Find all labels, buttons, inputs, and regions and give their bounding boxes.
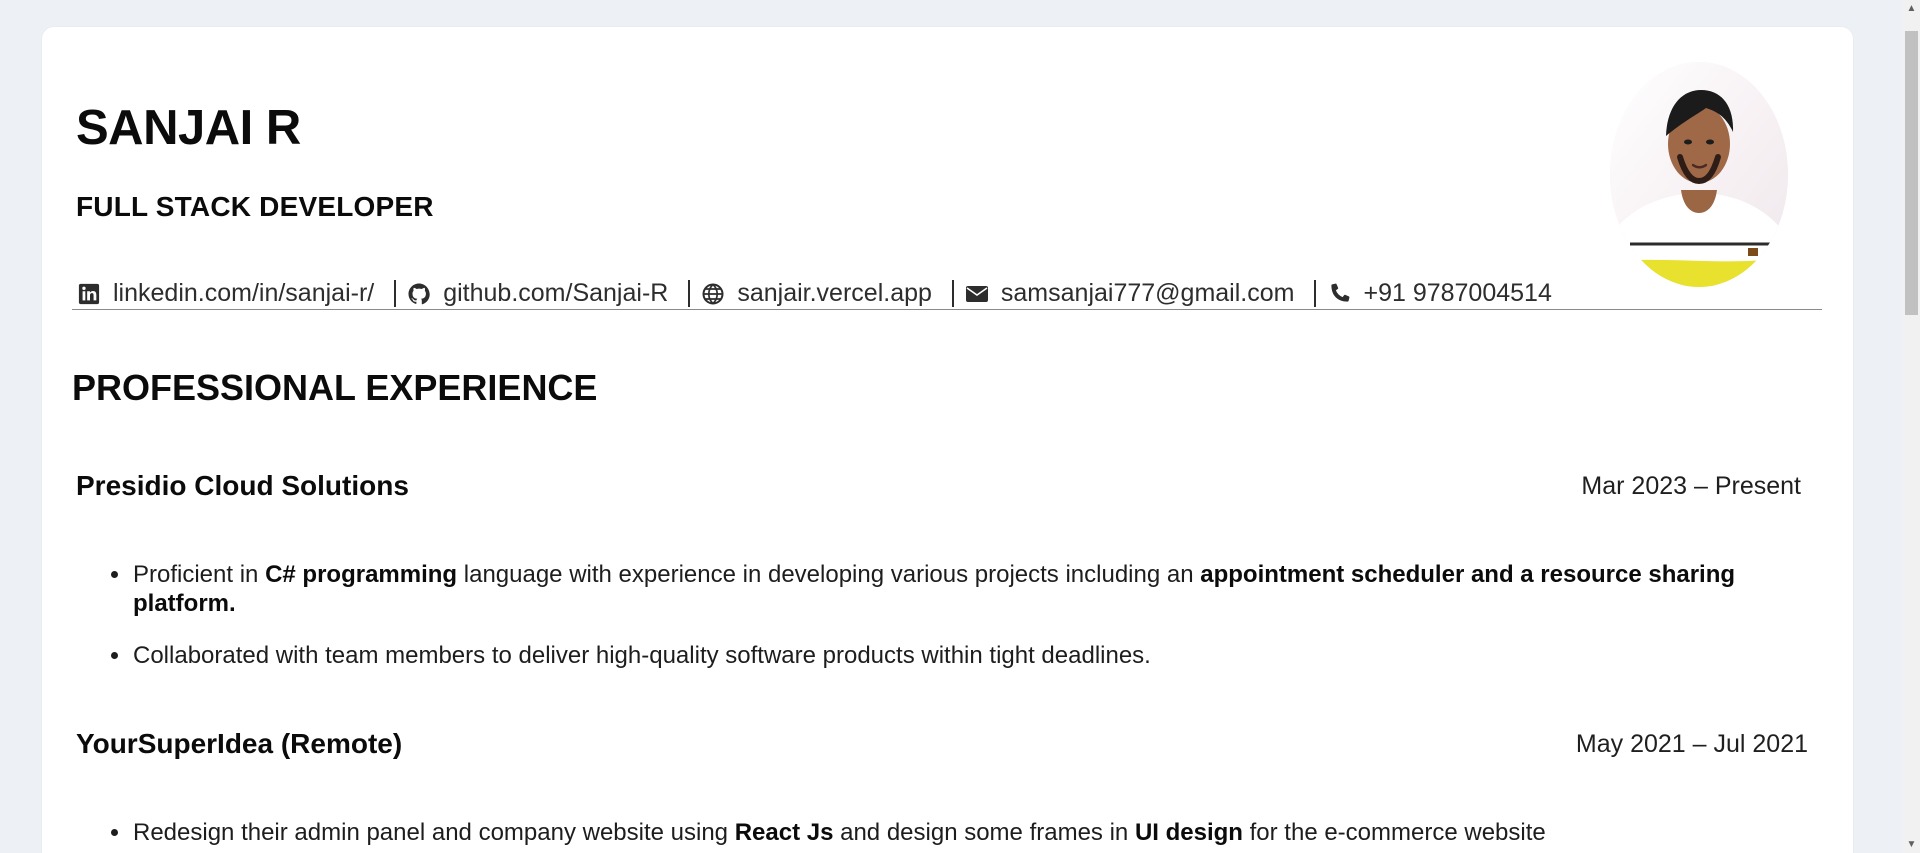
linkedin-icon — [76, 281, 102, 307]
header-divider — [72, 309, 1822, 310]
job-header: YourSuperIdea (Remote) May 2021 – Jul 20… — [76, 730, 1808, 758]
list-item: Collaborated with team members to delive… — [132, 641, 1808, 670]
company-name: Presidio Cloud Solutions — [76, 470, 409, 501]
website-text: sanjair.vercel.app — [737, 279, 932, 307]
bullet-strong-text: C# programming — [265, 561, 458, 588]
list-item: Redesign their admin panel and company w… — [132, 818, 1808, 847]
bullet-strong-text: UI design — [1134, 819, 1243, 846]
job-bullets: Proficient in C# programming language wi… — [76, 560, 1808, 670]
phone-icon — [1326, 281, 1352, 307]
job-bullets: Redesign their admin panel and company w… — [76, 818, 1808, 847]
email-text: samsanjai777@gmail.com — [1000, 279, 1295, 307]
bullet-text: Redesign their admin panel and company w… — [133, 819, 735, 846]
resume-card: SANJAI R FULL STACK DEVELOPER linkedin.c… — [42, 27, 1853, 853]
globe-icon — [700, 281, 726, 307]
envelope-icon — [964, 281, 990, 307]
bullet-text: for the e-commerce website — [1242, 819, 1546, 846]
company-name: YourSuperIdea (Remote) — [76, 728, 403, 759]
job-dates: May 2021 – Jul 2021 — [1575, 729, 1808, 758]
job-header: Presidio Cloud Solutions Mar 2023 – Pres… — [76, 472, 1808, 500]
job-entry-yoursuperidea: YourSuperIdea (Remote) May 2021 – Jul 20… — [76, 730, 1808, 853]
scrollbar-thumb[interactable] — [1905, 31, 1918, 315]
bullet-text: language with experience in developing v… — [457, 561, 1201, 588]
job-dates: Mar 2023 – Present — [1581, 471, 1801, 500]
bullet-text: Proficient in — [133, 561, 266, 588]
linkedin-link[interactable]: linkedin.com/in/sanjai-r/ — [76, 281, 374, 307]
contact-separator — [1314, 280, 1317, 307]
github-icon — [406, 281, 432, 307]
resume-header: SANJAI R FULL STACK DEVELOPER linkedin.c… — [76, 27, 1821, 309]
contact-row: linkedin.com/in/sanjai-r/ github.com/San… — [76, 280, 1572, 307]
scroll-down-arrow-icon[interactable]: ▼ — [1903, 836, 1920, 853]
vertical-scrollbar[interactable]: ▲ ▼ — [1903, 0, 1920, 853]
email-link[interactable]: samsanjai777@gmail.com — [964, 279, 1295, 307]
contact-separator — [394, 280, 397, 307]
resume-viewport: SANJAI R FULL STACK DEVELOPER linkedin.c… — [0, 0, 1920, 853]
candidate-role: FULL STACK DEVELOPER — [76, 191, 434, 222]
list-item: Proficient in C# programming language wi… — [132, 560, 1808, 618]
scroll-up-arrow-icon[interactable]: ▲ — [1903, 0, 1920, 17]
linkedin-text: linkedin.com/in/sanjai-r/ — [113, 279, 375, 307]
section-title-professional-experience: PROFESSIONAL EXPERIENCE — [72, 367, 598, 408]
github-text: github.com/Sanjai-R — [443, 279, 669, 307]
phone-link[interactable]: +91 9787004514 — [1326, 279, 1552, 307]
github-link[interactable]: github.com/Sanjai-R — [406, 281, 668, 307]
bullet-text: Collaborated with team members to delive… — [133, 642, 1151, 669]
website-link[interactable]: sanjair.vercel.app — [700, 281, 932, 307]
contact-separator — [951, 280, 954, 307]
contact-separator — [688, 280, 691, 307]
bullet-strong-text: React Js — [734, 819, 834, 846]
candidate-name: SANJAI R — [76, 101, 301, 155]
avatar — [1610, 62, 1788, 287]
phone-text: +91 9787004514 — [1363, 279, 1552, 307]
job-entry-presidio: Presidio Cloud Solutions Mar 2023 – Pres… — [76, 472, 1808, 693]
bullet-text: and design some frames in — [833, 819, 1135, 846]
